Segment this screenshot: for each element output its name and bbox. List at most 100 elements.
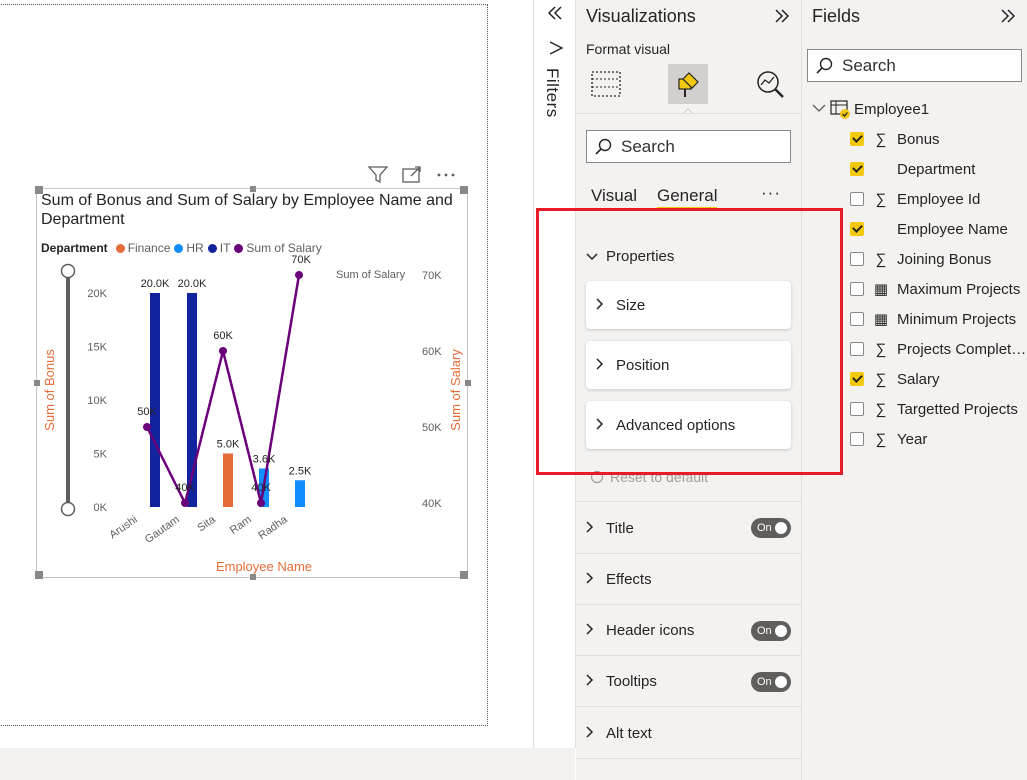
x-tick-label: Sita bbox=[195, 513, 218, 534]
sigma-icon: ∑ bbox=[875, 370, 887, 388]
legend-dot bbox=[174, 243, 184, 253]
chevron-right-icon bbox=[586, 726, 600, 741]
field-checkbox[interactable] bbox=[850, 372, 864, 386]
y-axis-zoom-slider[interactable] bbox=[60, 263, 76, 517]
tab-general[interactable]: General bbox=[657, 186, 718, 210]
search-icon bbox=[595, 138, 612, 155]
divider bbox=[576, 758, 801, 759]
y2-tick-label: 40K bbox=[422, 498, 442, 510]
sigma-icon: ∑ bbox=[875, 340, 887, 358]
chevron-right-icon bbox=[586, 623, 600, 638]
field-checkbox[interactable] bbox=[850, 402, 864, 416]
legend-item-it[interactable]: IT bbox=[207, 241, 230, 255]
field-label: Maximum Projects bbox=[897, 280, 1021, 298]
x-tick-label: Radha bbox=[256, 513, 290, 542]
field-checkbox[interactable] bbox=[850, 192, 864, 206]
divider bbox=[576, 706, 801, 707]
divider bbox=[576, 501, 801, 502]
toggle-knob bbox=[775, 522, 787, 534]
header-icons-toggle[interactable]: On bbox=[751, 621, 791, 641]
header-icons-section-header[interactable]: Header icons bbox=[586, 622, 694, 639]
divider bbox=[576, 604, 801, 605]
line-data-label: 40K bbox=[251, 482, 271, 494]
field-item[interactable]: ∑ Year bbox=[850, 428, 927, 450]
bar-it bbox=[150, 293, 160, 507]
bar-data-label: 2.5K bbox=[289, 465, 312, 477]
salary-point bbox=[219, 347, 227, 355]
search-icon bbox=[816, 57, 833, 74]
fields-title: Fields bbox=[812, 6, 861, 26]
field-item[interactable]: ∑ Salary bbox=[850, 368, 940, 390]
filter-icon[interactable] bbox=[367, 165, 389, 189]
tooltips-section-header[interactable]: Tooltips bbox=[586, 673, 657, 690]
field-label: Projects Complet… bbox=[897, 340, 1027, 358]
filter-funnel-icon bbox=[548, 40, 564, 63]
bar-data-label: 20.0K bbox=[141, 278, 170, 290]
visualizations-title: Visualizations bbox=[586, 6, 696, 26]
field-item[interactable]: Department bbox=[850, 158, 975, 180]
fields-search-input[interactable]: Search bbox=[807, 49, 1022, 82]
line-data-label: 50K bbox=[137, 406, 157, 418]
field-checkbox[interactable] bbox=[850, 432, 864, 446]
collapse-left-icon[interactable] bbox=[545, 4, 565, 27]
field-checkbox[interactable] bbox=[850, 162, 864, 176]
y2-tick-label: 60K bbox=[422, 346, 442, 358]
resize-handle-top-right[interactable] bbox=[460, 186, 468, 194]
salary-point bbox=[143, 423, 151, 431]
field-item[interactable]: ∑ Joining Bonus bbox=[850, 248, 991, 270]
field-checkbox[interactable] bbox=[850, 222, 864, 236]
format-search-input[interactable]: Search bbox=[586, 130, 791, 163]
field-item[interactable]: ∑ Bonus bbox=[850, 128, 940, 150]
legend-item-finance[interactable]: Finance bbox=[115, 241, 170, 255]
sigma-icon: ∑ bbox=[875, 130, 887, 148]
expand-right-icon[interactable] bbox=[772, 6, 792, 31]
title-toggle[interactable]: On bbox=[751, 518, 791, 538]
field-item[interactable]: ▦ Maximum Projects bbox=[850, 278, 1020, 300]
field-label: Employee Id bbox=[897, 190, 981, 208]
table-employee1[interactable]: Employee1 bbox=[812, 99, 929, 119]
y2-tick-label: 70K bbox=[422, 270, 442, 282]
expand-right-icon[interactable] bbox=[998, 6, 1018, 31]
chart-plot: 0K 5K 10K 15K 20K 40K 50K 60K 70K 50K 40K 60K 40K 7… bbox=[42, 254, 463, 574]
line-data-label: 70K bbox=[291, 254, 311, 266]
tooltips-toggle[interactable]: On bbox=[751, 672, 791, 692]
field-item[interactable]: ▦ Minimum Projects bbox=[850, 308, 1016, 330]
tab-visual[interactable]: Visual bbox=[591, 186, 637, 206]
more-options-button[interactable]: ··· bbox=[761, 183, 781, 203]
field-item[interactable]: ∑ Projects Complet… bbox=[850, 338, 1026, 360]
field-label: Joining Bonus bbox=[897, 250, 992, 268]
field-checkbox[interactable] bbox=[850, 312, 864, 326]
sigma-icon: ∑ bbox=[875, 250, 887, 268]
legend-dot bbox=[115, 243, 125, 253]
sigma-icon: ∑ bbox=[875, 430, 887, 448]
x-tick-label: Ram bbox=[228, 514, 254, 537]
field-label: Targetted Projects bbox=[897, 400, 1018, 418]
legend-title: Department bbox=[41, 241, 108, 255]
filters-label[interactable]: Filters bbox=[542, 68, 562, 118]
field-item[interactable]: ∑ Targetted Projects bbox=[850, 398, 1018, 420]
divider bbox=[576, 553, 801, 554]
effects-section-header[interactable]: Effects bbox=[586, 571, 652, 588]
alt-text-section-header[interactable]: Alt text bbox=[586, 725, 652, 742]
field-item[interactable]: Employee Name bbox=[850, 218, 1008, 240]
legend-item-sum-of-salary[interactable]: Sum of Salary bbox=[234, 241, 322, 255]
analytics-magnifier-icon[interactable] bbox=[750, 64, 790, 104]
y-tick-label: 20K bbox=[87, 288, 107, 300]
format-visual-label: Format visual bbox=[586, 41, 671, 57]
format-paintbrush-icon[interactable] bbox=[668, 64, 708, 104]
build-visual-icon[interactable] bbox=[586, 64, 626, 104]
field-checkbox[interactable] bbox=[850, 342, 864, 356]
focus-mode-icon[interactable] bbox=[402, 165, 422, 189]
legend-dot bbox=[207, 243, 217, 253]
field-checkbox[interactable] bbox=[850, 132, 864, 146]
field-checkbox[interactable] bbox=[850, 282, 864, 296]
bar-data-label: 3.6K bbox=[253, 453, 276, 465]
legend-item-hr[interactable]: HR bbox=[174, 241, 204, 255]
more-options-icon[interactable] bbox=[436, 166, 456, 189]
field-item[interactable]: ∑ Employee Id bbox=[850, 188, 980, 210]
title-section-header[interactable]: Title bbox=[586, 520, 634, 537]
field-checkbox[interactable] bbox=[850, 252, 864, 266]
legend-dot bbox=[234, 243, 244, 253]
highlight-annotation-box bbox=[536, 208, 843, 475]
x-axis-title: Employee Name bbox=[216, 559, 312, 574]
